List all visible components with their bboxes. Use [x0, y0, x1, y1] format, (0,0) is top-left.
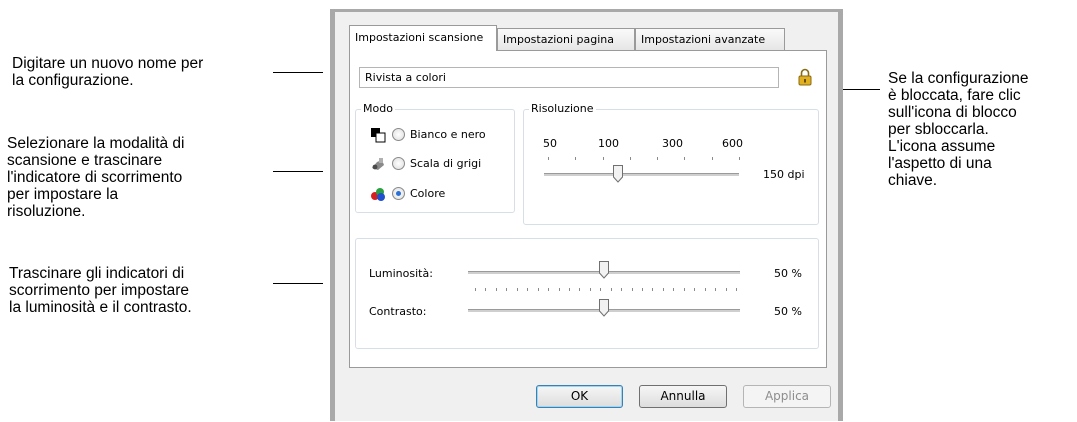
tick-mark	[657, 157, 658, 160]
tick-mark	[663, 288, 664, 291]
tick-mark	[485, 288, 486, 291]
callout-name: Digitare un nuovo nome per la configuraz…	[12, 55, 204, 89]
brightness-contrast-tick-marks	[475, 288, 737, 292]
ok-button[interactable]: OK	[536, 385, 623, 408]
black-white-icon	[371, 128, 386, 143]
tick-mark	[496, 288, 497, 291]
resolution-tick-label: 100	[598, 137, 619, 150]
contrast-value: 50 %	[774, 305, 802, 318]
tick-mark	[652, 288, 653, 291]
tick-mark	[621, 288, 622, 291]
leader-line-brightness	[273, 283, 323, 284]
resolution-tick-marks	[548, 157, 740, 161]
tick-mark	[611, 288, 612, 291]
callout-brightness: Trascinare gli indicatori di scorrimento…	[9, 265, 192, 316]
settings-panel: Rivista a colori Modo Bianco e nero Scal…	[349, 50, 827, 368]
resolution-tick-label: 50	[543, 137, 557, 150]
tick-mark	[684, 288, 685, 291]
tick-mark	[726, 288, 727, 291]
callout-mode: Selezionare la modalità di scansione e t…	[7, 135, 185, 220]
color-icon	[371, 188, 385, 201]
resolution-tick-label: 300	[662, 137, 683, 150]
tick-mark	[559, 288, 560, 291]
contrast-label: Contrasto:	[369, 305, 427, 318]
mode-option-label: Colore	[410, 187, 446, 200]
callout-lock: Se la configurazione è bloccata, fare cl…	[888, 70, 1029, 189]
resolution-group-label: Risoluzione	[529, 102, 596, 115]
tick-mark	[630, 157, 631, 160]
tick-mark	[715, 288, 716, 291]
tick-mark	[548, 157, 549, 160]
tick-mark	[569, 288, 570, 291]
tab-impostazioni-avanzate[interactable]: Impostazioni avanzate	[635, 28, 785, 50]
leader-line-name	[273, 72, 323, 73]
brightness-slider-thumb[interactable]	[599, 261, 609, 279]
tick-mark	[632, 288, 633, 291]
tick-mark	[705, 288, 706, 291]
tick-mark	[579, 288, 580, 291]
tick-mark	[694, 288, 695, 291]
tick-mark	[739, 157, 740, 160]
tick-mark	[590, 288, 591, 291]
tick-mark	[603, 157, 604, 160]
resolution-slider-track[interactable]	[544, 174, 739, 177]
resolution-group: Risoluzione 50 100 300 600 150 dpi	[523, 102, 819, 225]
mode-option-label: Bianco e nero	[410, 128, 486, 141]
resolution-slider-thumb[interactable]	[613, 165, 623, 183]
radio-bianco-e-nero[interactable]	[392, 128, 405, 141]
tick-mark	[548, 288, 549, 291]
tick-mark	[684, 157, 685, 160]
mode-group: Modo Bianco e nero Scala di grigi Colore	[355, 102, 515, 213]
tab-impostazioni-pagina[interactable]: Impostazioni pagina	[497, 28, 635, 50]
scan-settings-dialog: Impostazioni scansione Impostazioni pagi…	[330, 9, 843, 421]
brightness-value: 50 %	[774, 267, 802, 280]
tick-mark	[712, 157, 713, 160]
tab-impostazioni-scansione[interactable]: Impostazioni scansione	[349, 25, 497, 51]
radio-colore[interactable]	[392, 187, 405, 200]
tick-mark	[517, 288, 518, 291]
contrast-slider-thumb[interactable]	[599, 299, 609, 317]
resolution-value: 150 dpi	[763, 168, 805, 181]
brightness-label: Luminosità:	[369, 267, 433, 280]
configuration-name-input[interactable]: Rivista a colori	[359, 67, 779, 88]
lock-icon[interactable]	[798, 68, 812, 86]
radio-scala-di-grigi[interactable]	[392, 157, 405, 170]
leader-line-mode	[273, 171, 323, 172]
apply-button[interactable]: Applica	[743, 385, 831, 408]
cancel-button[interactable]: Annulla	[639, 385, 727, 408]
brightness-contrast-group: Luminosità: 50 % Contrasto: 50 %	[355, 238, 819, 349]
mode-group-label: Modo	[361, 102, 395, 115]
tick-mark	[673, 288, 674, 291]
tick-mark	[575, 157, 576, 160]
tick-mark	[506, 288, 507, 291]
mode-option-label: Scala di grigi	[410, 157, 482, 170]
tick-mark	[475, 288, 476, 291]
tick-mark	[600, 288, 601, 291]
grayscale-icon	[372, 158, 384, 170]
tick-mark	[642, 288, 643, 291]
tick-mark	[527, 288, 528, 291]
tick-mark	[538, 288, 539, 291]
tick-mark	[736, 288, 737, 291]
resolution-tick-label: 600	[722, 137, 743, 150]
